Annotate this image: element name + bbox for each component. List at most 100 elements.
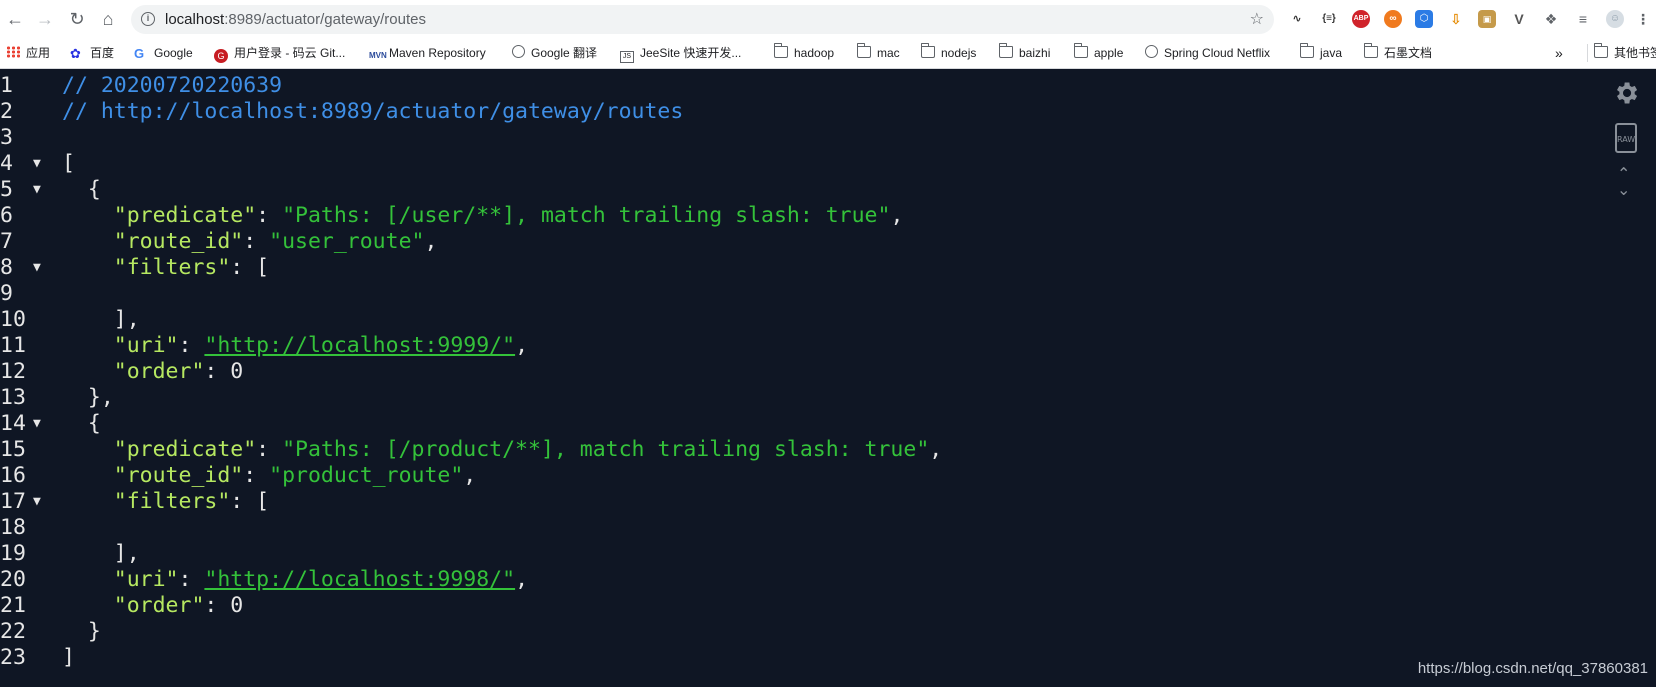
folder-icon [1299,43,1314,58]
bookmark-google-translate[interactable]: Google 翻译 [512,44,597,62]
download-extension-icon[interactable]: ⇩ [1447,10,1465,28]
line-number: 19 [0,541,26,566]
folder-icon [1363,43,1378,58]
line-number: 17 [0,489,26,514]
watermark-text: https://blog.csdn.net/qq_37860381 [1417,660,1648,677]
fold-toggle-icon[interactable]: ▼ [33,151,41,177]
comment-timestamp: // 20200720220639 [62,73,283,98]
json-value-uri-link[interactable]: "http://localhost:9998/" [204,567,515,592]
line-number: 10 [0,307,26,332]
bookmark-gitee[interactable]: G 用户登录 - 码云 Git... [214,44,345,63]
json-key-order: "order" [113,359,205,384]
comment-url: // http://localhost:8989/actuator/gatewa… [62,99,684,124]
json-key-uri: "uri" [113,567,179,592]
line-number: 9 [0,281,13,306]
translate-extension-icon[interactable]: ∿ [1288,10,1306,28]
line-number: 23 [0,645,26,670]
bookmark-baidu[interactable]: ✿ 百度 [70,44,114,62]
bookmark-label: baizhi [1019,46,1051,60]
gear-icon[interactable] [1612,79,1640,107]
home-icon[interactable]: ⌂ [97,8,119,30]
address-bar[interactable]: i localhost:8989/actuator/gateway/routes… [131,5,1274,34]
json-extension-icon[interactable]: {≡} [1320,10,1338,28]
bookmark-jeesite[interactable]: JS JeeSite 快速开发... [620,44,742,63]
array-open-bracket: [ [62,151,75,176]
forward-arrow-icon[interactable]: → [34,8,56,30]
reload-icon[interactable]: ↻ [66,8,88,30]
bookmark-label: Google 翻译 [531,46,598,60]
bookmark-folder-hadoop[interactable]: hadoop [773,43,835,62]
bookmark-folder-mac[interactable]: mac [856,43,900,62]
bookmark-label: Maven Repository [389,46,486,60]
google-g-icon: G [134,46,145,61]
menu-kebab-icon[interactable]: ⋮ [1636,10,1650,28]
json-key-order: "order" [113,593,205,618]
bookmark-folder-nodejs[interactable]: nodejs [920,43,976,62]
bookmark-label: 石墨文档 [1384,46,1433,60]
bookmark-folder-java[interactable]: java [1299,43,1343,62]
line-number: 8 [0,255,13,280]
line-number: 12 [0,359,26,384]
site-info-icon[interactable]: i [141,12,155,26]
line-number: 21 [0,593,26,618]
line-number: 13 [0,385,26,410]
back-arrow-icon[interactable]: ← [4,8,26,30]
fold-toggle-icon[interactable]: ▼ [33,177,41,203]
chevron-up-icon[interactable]: ⌃ [1617,167,1630,183]
image-extension-icon[interactable]: ▣ [1478,10,1496,28]
json-value-uri-link[interactable]: "http://localhost:9999/" [204,333,515,358]
bookmark-folder-other[interactable]: 其他书签 [1587,43,1656,62]
bookmark-spring-cloud-netflix[interactable]: Spring Cloud Netflix [1145,44,1270,62]
json-value-order: 0 [230,359,244,384]
folder-icon [998,43,1013,58]
bookmark-folder-apple[interactable]: apple [1073,43,1124,62]
js-icon: JS [620,51,634,63]
fold-toggle-icon[interactable]: ▼ [33,255,41,281]
bookmark-apps[interactable]: 应用 [6,44,50,62]
bookmark-label: java [1320,46,1343,60]
line-number: 5 [0,177,13,202]
bookmark-google[interactable]: G Google [134,44,193,62]
cube-extension-icon[interactable]: ⬡ [1415,10,1433,28]
fold-toggle-icon[interactable]: ▼ [33,489,41,515]
adblock-extension-icon[interactable]: ABP [1352,10,1370,28]
infinity-extension-icon[interactable]: ∞ [1384,10,1402,28]
json-key-filters: "filters" [113,489,231,514]
browser-toolbar: ← → ↻ ⌂ i localhost:8989/actuator/gatewa… [0,0,1656,38]
line-number: 3 [0,125,13,150]
json-value-order: 0 [230,593,244,618]
json-key-uri: "uri" [113,333,179,358]
bookmark-label: JeeSite 快速开发... [640,46,742,60]
bookmark-folder-shimo[interactable]: 石墨文档 [1363,43,1433,62]
line-number: 7 [0,229,13,254]
fold-toggle-icon[interactable]: ▼ [33,411,41,437]
bookmark-folder-baizhi[interactable]: baizhi [998,43,1051,62]
bookmark-label: apple [1094,46,1124,60]
vue-extension-icon[interactable]: V [1510,10,1528,28]
media-control-icon[interactable]: ≡ [1574,10,1592,28]
bookmark-label: hadoop [794,46,835,60]
json-key-filters: "filters" [113,255,231,280]
folder-icon [920,43,935,58]
bookmark-star-icon[interactable]: ☆ [1250,9,1264,29]
profile-avatar-icon[interactable]: ☺ [1606,10,1624,28]
address-bar-url[interactable]: localhost:8989/actuator/gateway/routes [165,11,426,28]
json-value-predicate: "Paths: [/user/**], match trailing slash… [282,203,891,228]
baidu-paw-icon: ✿ [70,46,81,61]
url-host: localhost [165,11,225,28]
line-number: 22 [0,619,26,644]
raw-view-icon[interactable]: RAW [1615,123,1637,153]
json-key-route-id: "route_id" [113,229,244,254]
chevron-down-icon[interactable]: ⌄ [1617,183,1630,199]
bookmark-maven[interactable]: MVN Maven Repository [369,44,486,62]
bookmark-label: 其他书签 [1614,46,1656,60]
bookmarks-overflow-chevron-icon[interactable]: » [1555,44,1563,62]
puzzle-extension-icon[interactable]: ❖ [1542,10,1560,28]
bookmark-label: 应用 [26,46,51,60]
json-value-predicate: "Paths: [/product/**], match trailing sl… [282,437,930,462]
folder-icon [856,43,871,58]
line-number: 15 [0,437,26,462]
object-open-brace: { [62,177,101,202]
line-number: 11 [0,333,26,358]
browser-chrome: ← → ↻ ⌂ i localhost:8989/actuator/gatewa… [0,0,1656,69]
